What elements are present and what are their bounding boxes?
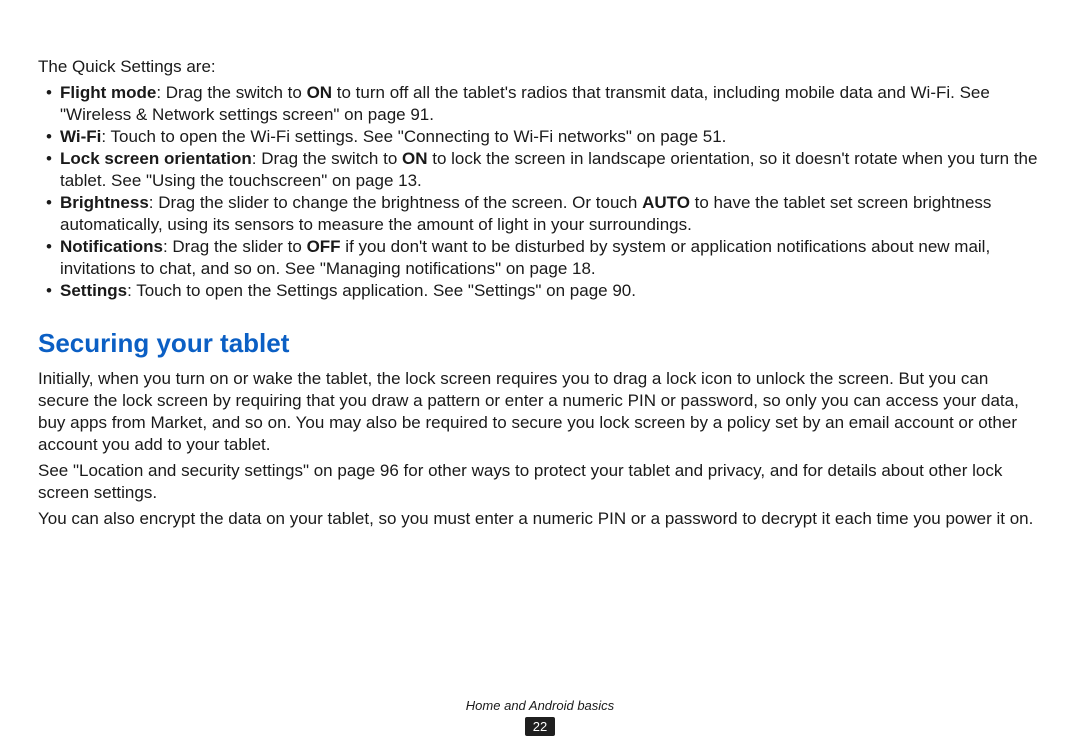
quick-settings-intro: The Quick Settings are:	[38, 56, 1042, 78]
item-keyword: OFF	[307, 237, 341, 256]
list-item: Wi-Fi: Touch to open the Wi-Fi settings.…	[60, 126, 1042, 148]
item-text-before: : Drag the slider to	[163, 237, 307, 256]
item-text-before: : Drag the slider to change the brightne…	[149, 193, 642, 212]
item-label: Lock screen orientation	[60, 149, 252, 168]
item-label: Brightness	[60, 193, 149, 212]
item-label: Notifications	[60, 237, 163, 256]
list-item: Settings: Touch to open the Settings app…	[60, 280, 1042, 302]
list-item: Notifications: Drag the slider to OFF if…	[60, 236, 1042, 280]
item-keyword: ON	[402, 149, 428, 168]
body-paragraph: Initially, when you turn on or wake the …	[38, 368, 1042, 456]
item-label: Flight mode	[60, 83, 156, 102]
body-paragraph: You can also encrypt the data on your ta…	[38, 508, 1042, 530]
list-item: Flight mode: Drag the switch to ON to tu…	[60, 82, 1042, 126]
page-number-badge: 22	[525, 717, 555, 736]
section-heading-securing: Securing your tablet	[38, 328, 1042, 358]
body-paragraph: See "Location and security settings" on …	[38, 460, 1042, 504]
item-text-before: : Touch to open the Settings application…	[127, 281, 636, 300]
footer-chapter-title: Home and Android basics	[0, 698, 1080, 713]
list-item: Lock screen orientation: Drag the switch…	[60, 148, 1042, 192]
item-keyword: ON	[307, 83, 333, 102]
quick-settings-list: Flight mode: Drag the switch to ON to tu…	[38, 82, 1042, 302]
item-text-before: : Drag the switch to	[252, 149, 402, 168]
item-label: Settings	[60, 281, 127, 300]
item-label: Wi-Fi	[60, 127, 101, 146]
manual-page: The Quick Settings are: Flight mode: Dra…	[0, 0, 1080, 756]
item-text-before: : Touch to open the Wi-Fi settings. See …	[101, 127, 726, 146]
page-footer: Home and Android basics 22	[0, 698, 1080, 736]
list-item: Brightness: Drag the slider to change th…	[60, 192, 1042, 236]
item-text-before: : Drag the switch to	[156, 83, 306, 102]
item-keyword: AUTO	[642, 193, 690, 212]
